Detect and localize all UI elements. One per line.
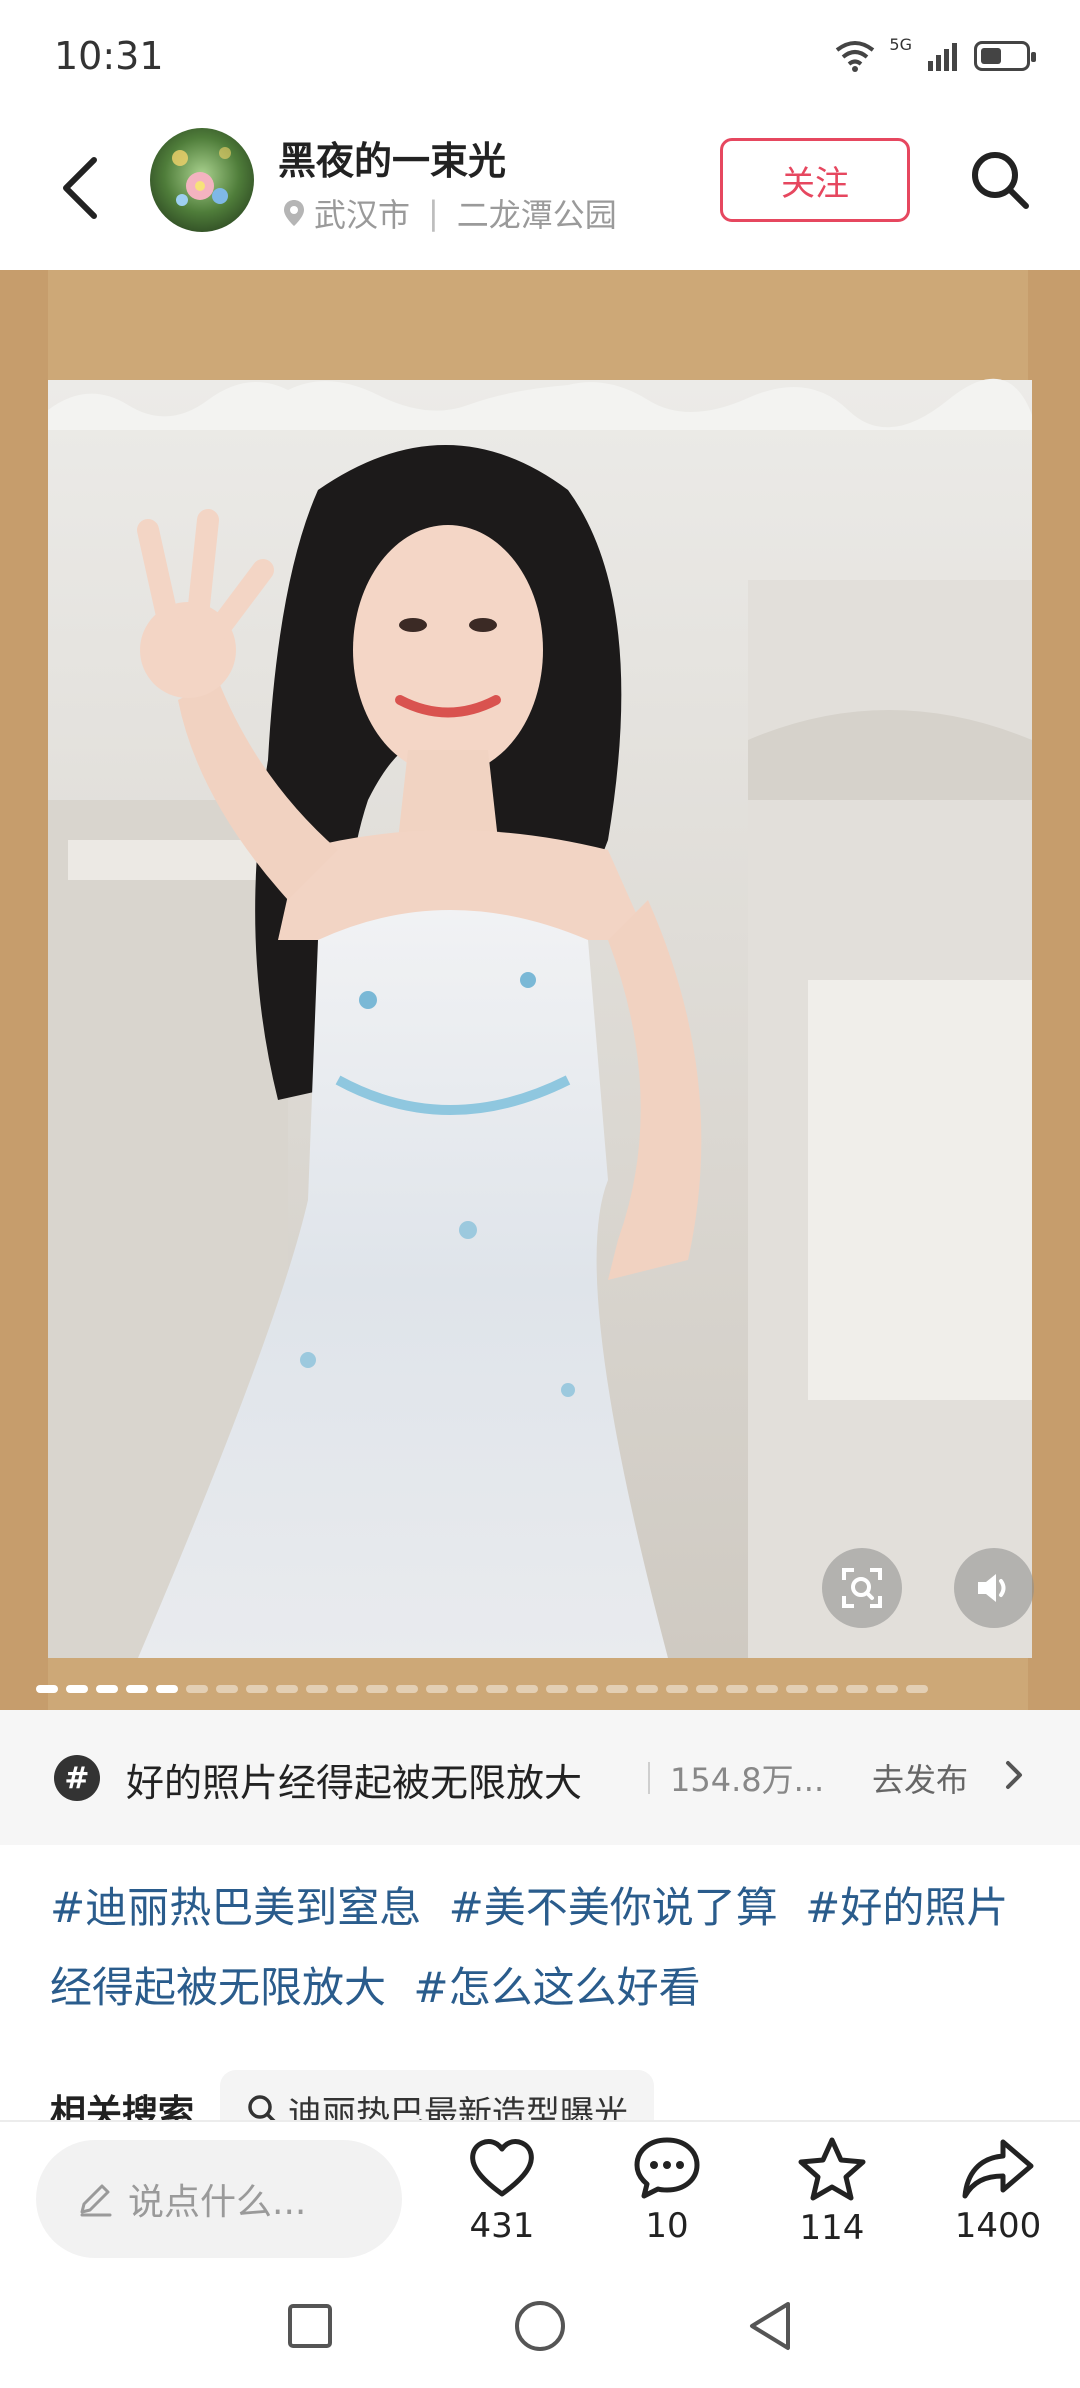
comment-bubble-icon [634,2137,700,2199]
carousel-dot [636,1685,658,1693]
speaker-icon [978,1574,1006,1602]
post-hashtags: #迪丽热巴美到窒息 #美不美你说了算 #好的照片经得起被无限放大 #怎么这么好看 [50,1868,1040,2028]
recents-button[interactable] [280,2296,340,2356]
carousel-dot [66,1685,88,1693]
carousel-dot [366,1685,388,1693]
carousel-dot [576,1685,598,1693]
star-icon [798,2137,866,2201]
pencil-icon [80,2184,112,2217]
carousel-dot [816,1685,838,1693]
scan-search-icon [842,1568,882,1608]
avatar[interactable] [150,128,254,232]
system-nav-bar [0,2270,1080,2388]
carousel-dot [396,1685,418,1693]
search-icon [972,152,1029,209]
carousel-dot [456,1685,478,1693]
comment-button[interactable]: 10 [597,2136,737,2246]
circle-icon [515,2301,565,2351]
status-time: 10:31 [54,34,164,78]
avatar-image [150,128,254,232]
sound-button[interactable] [954,1548,1034,1628]
comment-input[interactable]: 说点什么... [36,2140,402,2258]
like-button[interactable]: 431 [432,2136,572,2246]
follow-button[interactable]: 关注 [720,138,910,222]
bottom-action-bar: 说点什么... 431 10 114 1400 [0,2120,1080,2272]
carousel-dot [876,1685,898,1693]
carousel-dot [486,1685,508,1693]
carousel-dot [216,1685,238,1693]
status-bar: 10:31 5G [0,0,1080,110]
carousel-dot [306,1685,328,1693]
photo-illustration [48,380,1032,1658]
wifi-icon [836,41,875,72]
topic-title: 好的照片经得起被无限放大 [126,1761,583,1805]
location-pin-icon [284,200,304,226]
battery-icon [974,41,1036,71]
carousel-dot [516,1685,538,1693]
hashtag-icon: # [54,1755,100,1801]
share-button[interactable]: 1400 [928,2136,1068,2246]
battery-level [981,48,1001,64]
like-count: 431 [469,2206,535,2246]
post-photo[interactable] [48,380,1032,1658]
triangle-back-icon [750,2302,790,2350]
back-nav-button[interactable] [740,2296,800,2356]
location-divider: | [428,194,439,232]
carousel-dot [156,1685,178,1693]
back-button[interactable] [50,148,110,228]
post-image-carousel[interactable] [0,270,1080,1710]
carousel-dot [666,1685,688,1693]
location-place: 二龙潭公园 [456,196,617,234]
chevron-right-icon [1006,1761,1022,1789]
carousel-dot [546,1685,568,1693]
favorite-count: 114 [799,2208,865,2248]
carousel-dot [36,1685,58,1693]
location-city: 武汉市 [314,196,411,234]
carousel-dot [96,1685,118,1693]
post-header: 黑夜的一束光 武汉市 | 二龙潭公园 关注 [0,110,1080,270]
carousel-dot [696,1685,718,1693]
carousel-dot [246,1685,268,1693]
frame-border-left [0,270,48,1710]
status-icons: 5G [835,34,1036,76]
location[interactable]: 武汉市 | 二龙潭公园 [282,190,617,236]
topic-divider [648,1762,650,1794]
torn-paper-edge [48,378,1032,430]
square-icon [288,2304,332,2348]
frame-border-right [1028,270,1080,1710]
carousel-dot [786,1685,808,1693]
carousel-dot [426,1685,448,1693]
comment-count: 10 [645,2206,689,2246]
share-arrow-icon [962,2139,1034,2199]
topic-bar[interactable]: # 好的照片经得起被无限放大 154.8万... 去发布 [0,1710,1080,1845]
carousel-dot [846,1685,868,1693]
carousel-dot [906,1685,928,1693]
hashtag-link[interactable]: #迪丽热巴美到窒息 [50,1883,421,1932]
favorite-button[interactable]: 114 [762,2136,902,2248]
carousel-dot [276,1685,298,1693]
signal-icon [928,43,957,71]
image-search-button[interactable] [822,1548,902,1628]
comment-placeholder: 说点什么... [128,2182,307,2223]
hashtag-link[interactable]: #美不美你说了算 [449,1883,778,1932]
carousel-dot [126,1685,148,1693]
carousel-dot [726,1685,748,1693]
back-arrow-icon [63,157,97,219]
carousel-dot [756,1685,778,1693]
carousel-indicator [36,1682,1046,1696]
carousel-dot [186,1685,208,1693]
search-button[interactable] [960,140,1040,220]
username[interactable]: 黑夜的一束光 [278,130,506,185]
network-label: 5G [889,34,912,54]
home-button[interactable] [510,2296,570,2356]
carousel-dot [336,1685,358,1693]
topic-count: 154.8万... [670,1761,825,1799]
share-count: 1400 [954,2206,1042,2246]
carousel-dot [606,1685,628,1693]
heart-icon [470,2139,534,2197]
go-publish-button[interactable]: 去发布 [872,1755,968,1801]
hashtag-link[interactable]: #怎么这么好看 [413,1963,700,2012]
